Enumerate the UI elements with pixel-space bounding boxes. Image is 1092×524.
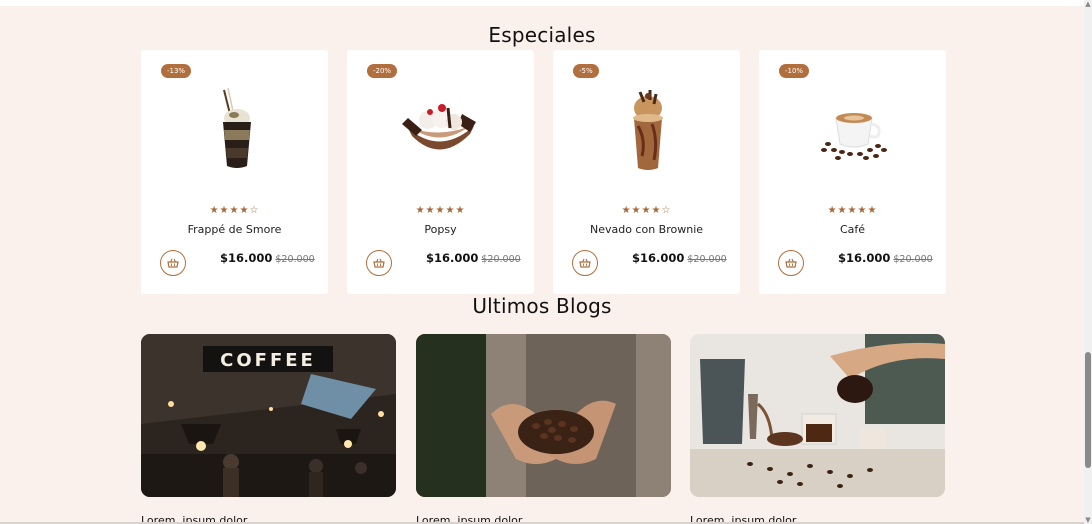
scroll-up-arrow-icon[interactable]: ▲	[1084, 0, 1092, 8]
add-to-cart-button[interactable]	[366, 250, 392, 276]
old-price: $20.000	[893, 254, 933, 265]
old-price: $20.000	[687, 254, 727, 265]
blog-card-image[interactable]: COFFEE	[141, 334, 396, 497]
discount-badge: -10%	[779, 64, 810, 78]
old-price: $20.000	[481, 254, 521, 265]
frappe-image	[223, 87, 251, 168]
nevado-image	[633, 90, 663, 170]
vertical-scrollbar[interactable]: ▲ ▼	[1084, 0, 1092, 524]
add-to-cart-button[interactable]	[778, 250, 804, 276]
blog-card-image[interactable]	[690, 334, 945, 497]
price: $16.000 $20.000	[632, 251, 727, 265]
product-name[interactable]: Nevado con Brownie	[553, 223, 740, 236]
old-price: $20.000	[275, 254, 315, 265]
rating-stars: ★★★★☆	[621, 205, 672, 216]
current-price: $16.000	[838, 251, 891, 265]
rating-stars: ★★★★☆	[209, 205, 260, 216]
rating-stars: ★★★★★	[415, 205, 466, 216]
page-content: Especiales -13% ★★★★☆ Frappé de Smore $1…	[0, 6, 1084, 524]
basket-icon	[579, 258, 591, 268]
price: $16.000 $20.000	[426, 251, 521, 265]
current-price: $16.000	[426, 251, 479, 265]
product-card[interactable]: -13% ★★★★☆ Frappé de Smore $16.000 $20.0…	[141, 50, 328, 294]
blogs-title: Ultimos Blogs	[472, 294, 612, 318]
basket-icon	[785, 258, 797, 268]
product-card[interactable]: -20% ★★★★★ Popsy $16.000 $20.000	[347, 50, 534, 294]
product-name[interactable]: Café	[759, 223, 946, 236]
discount-badge: -5%	[573, 64, 599, 78]
price: $16.000 $20.000	[838, 251, 933, 265]
coffee-brewing-photo	[690, 334, 945, 497]
coffee-sign-text: COFFEE	[220, 350, 316, 371]
coffee-cup-image	[821, 113, 887, 160]
discount-badge: -13%	[161, 64, 192, 78]
product-card[interactable]: -5% ★★★★☆ Nevado con Brownie $16.000 $20…	[553, 50, 740, 294]
coffee-beans-hands-photo	[416, 334, 671, 497]
basket-icon	[167, 258, 179, 268]
especiales-title: Especiales	[488, 23, 596, 47]
scroll-down-arrow-icon[interactable]: ▼	[1084, 516, 1092, 524]
rating-stars: ★★★★★	[827, 205, 878, 216]
blog-card-image[interactable]	[416, 334, 671, 497]
product-name[interactable]: Popsy	[347, 223, 534, 236]
coffee-shop-photo: COFFEE	[141, 334, 396, 497]
product-grid: -13% ★★★★☆ Frappé de Smore $16.000 $20.0…	[141, 50, 947, 294]
scroll-thumb[interactable]	[1085, 352, 1091, 468]
product-name[interactable]: Frappé de Smore	[141, 223, 328, 236]
add-to-cart-button[interactable]	[160, 250, 186, 276]
sundae-image	[402, 104, 476, 150]
product-card[interactable]: -10% ★★★★★ Café $16.000 $20.000	[759, 50, 946, 294]
current-price: $16.000	[632, 251, 685, 265]
discount-badge: -20%	[367, 64, 398, 78]
add-to-cart-button[interactable]	[572, 250, 598, 276]
basket-icon	[373, 258, 385, 268]
price: $16.000 $20.000	[220, 251, 315, 265]
current-price: $16.000	[220, 251, 273, 265]
